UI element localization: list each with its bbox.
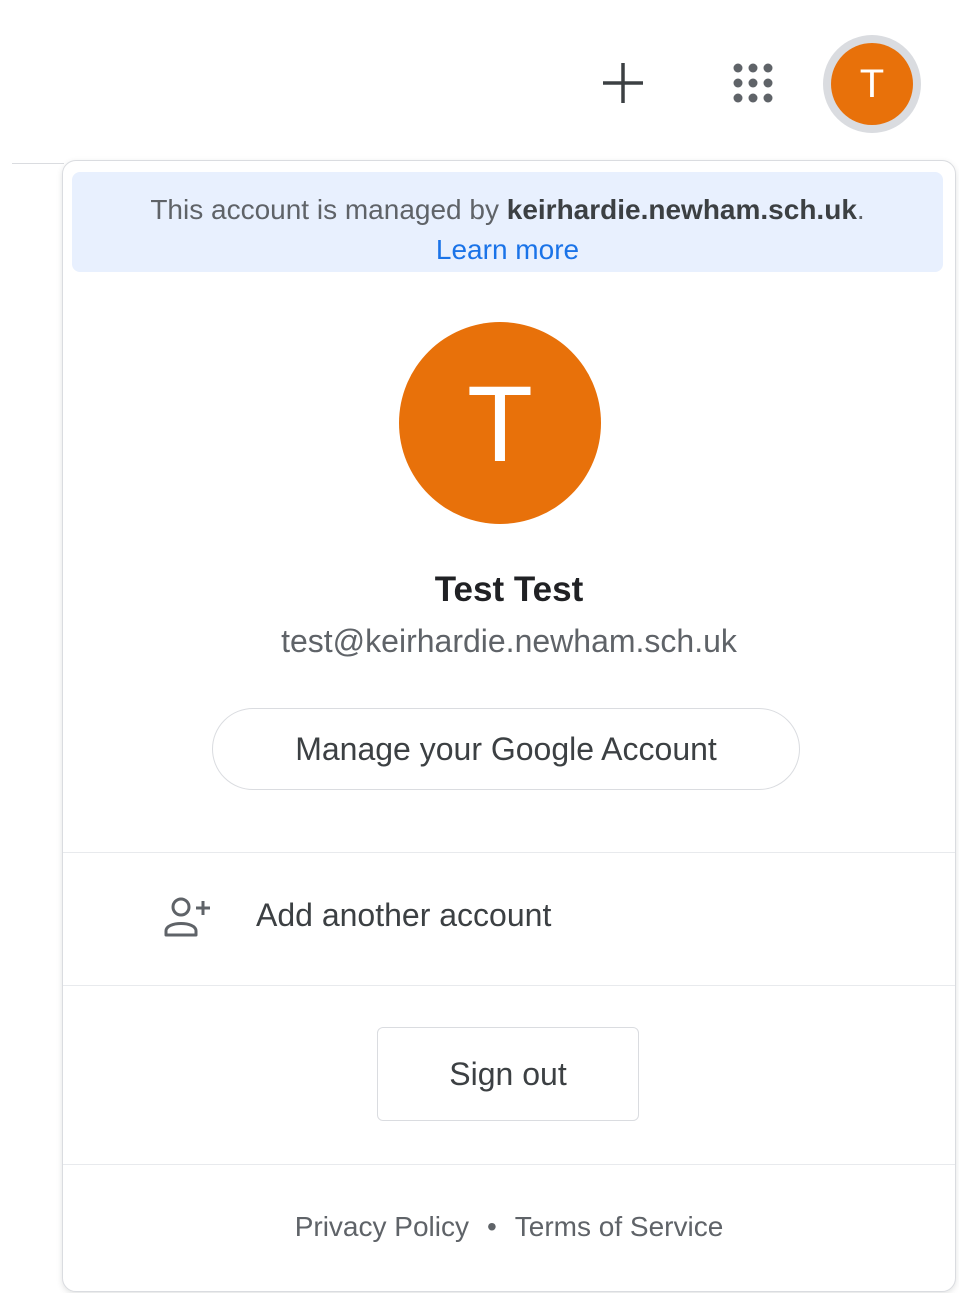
top-bar: T [0,0,959,164]
create-button[interactable] [592,52,654,114]
banner-domain: keirhardie.newham.sch.uk [506,194,857,225]
footer: Privacy Policy • Terms of Service [63,1211,955,1243]
banner-prefix: This account is managed by [150,194,507,225]
learn-more-link[interactable]: Learn more [72,234,943,266]
google-apps-button[interactable] [722,52,784,114]
managed-account-banner: This account is managed by keirhardie.ne… [72,172,943,272]
add-another-account-button[interactable]: Add another account [63,853,955,985]
header-divider [12,163,64,164]
manage-account-button[interactable]: Manage your Google Account [212,708,800,790]
footer-separator: • [486,1211,497,1242]
account-avatar-button[interactable]: T [823,35,921,133]
divider [63,1164,955,1165]
managed-account-text: This account is managed by keirhardie.ne… [72,194,943,226]
add-person-icon [164,897,210,937]
sign-out-button[interactable]: Sign out [377,1027,639,1121]
privacy-policy-link[interactable]: Privacy Policy [295,1211,469,1242]
add-account-label: Add another account [256,897,552,933]
banner-suffix: . [856,194,865,225]
apps-grid-icon [733,63,773,103]
terms-of-service-link[interactable]: Terms of Service [515,1211,724,1242]
profile-avatar[interactable]: T [399,322,601,524]
avatar: T [831,43,913,125]
plus-icon [603,63,643,103]
account-email: test@keirhardie.newham.sch.uk [281,623,737,659]
account-name: Test Test [434,570,584,609]
divider [63,985,955,986]
account-panel: This account is managed by keirhardie.ne… [62,160,956,1292]
